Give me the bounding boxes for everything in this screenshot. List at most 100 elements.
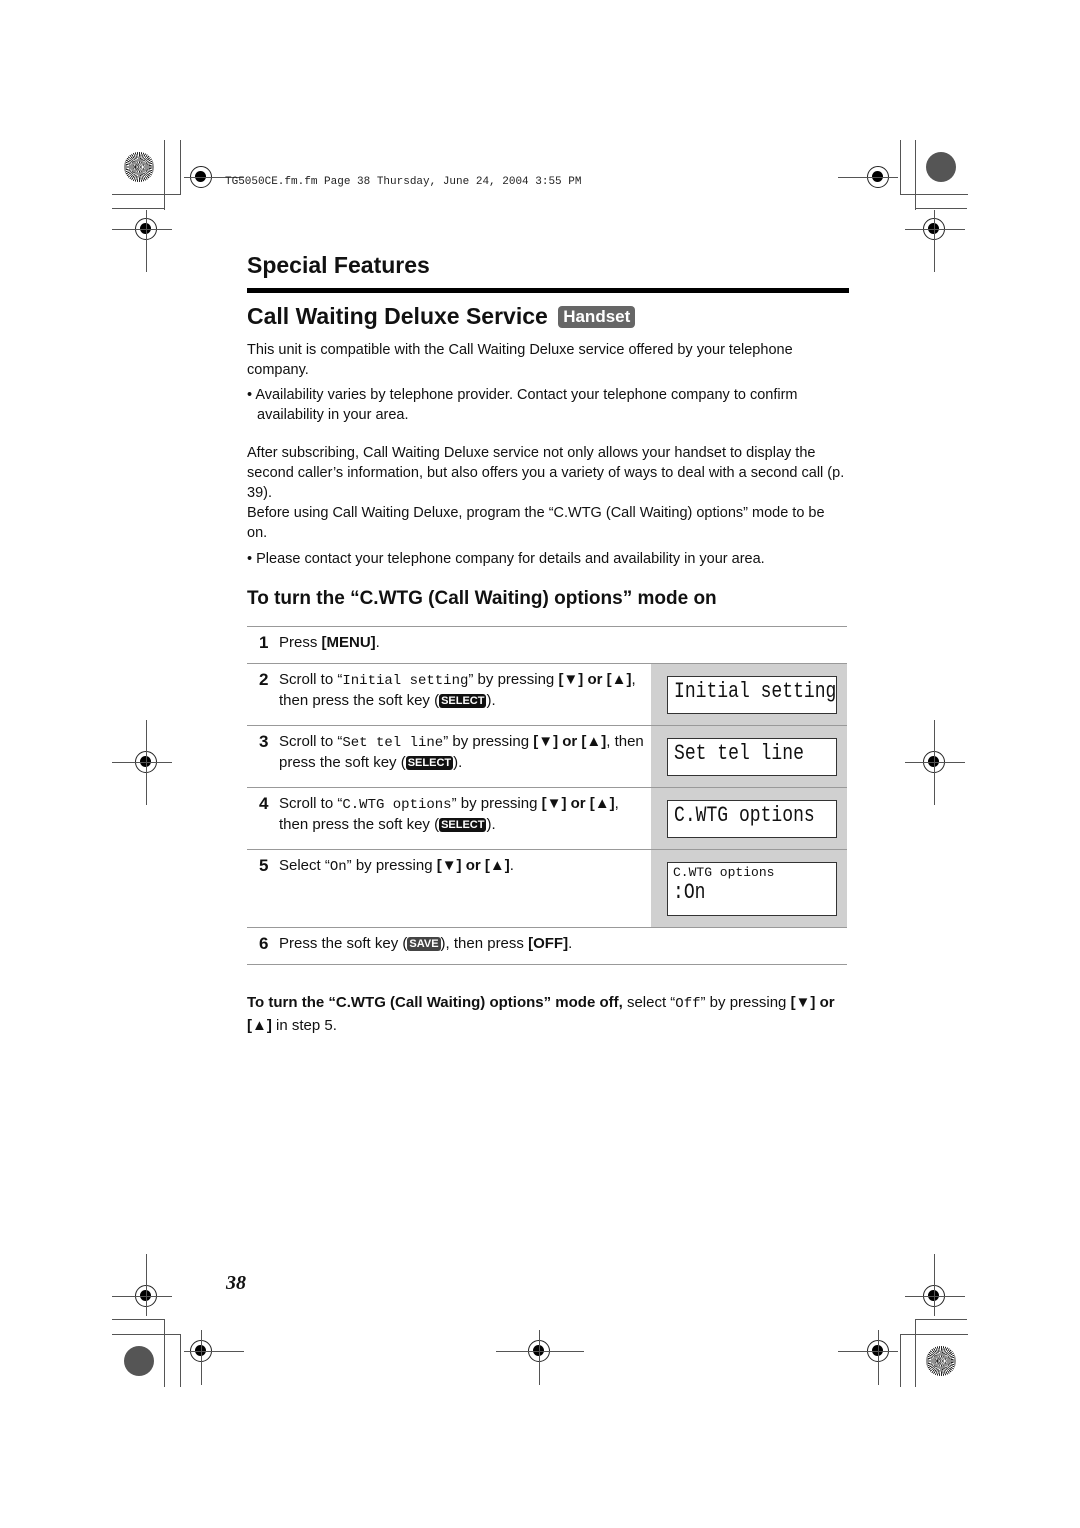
arrow-keys: [▼] or [▲]: [541, 795, 615, 812]
select-softkey-icon: SELECT: [405, 756, 454, 770]
bullet-text: Availability varies by telephone provide…: [255, 387, 798, 423]
step-1: 1 Press [MENU].: [247, 627, 847, 664]
crop-mark: [900, 194, 968, 195]
crop-mark: [112, 194, 180, 195]
crop-mark: [496, 1351, 584, 1352]
select-softkey-icon: SELECT: [439, 818, 487, 832]
step-text: Select “: [279, 857, 330, 874]
crop-mark: [838, 1351, 898, 1352]
step-number: 1: [259, 633, 269, 652]
step-6: 6 Press the soft key (SAVE), then press …: [247, 928, 847, 965]
crop-mark: [164, 140, 165, 210]
bullet-text: Please contact your telephone company fo…: [256, 551, 765, 567]
lcd-display: C.WTG options :On: [667, 862, 837, 916]
crop-mark: [146, 720, 147, 805]
off-note-text: select “: [622, 994, 676, 1011]
step-number: 6: [259, 934, 269, 953]
paragraph-before-using: Before using Call Waiting Deluxe, progra…: [247, 505, 825, 541]
section-rule: [247, 288, 849, 293]
option-value: Off: [675, 996, 701, 1012]
crop-mark: [838, 177, 898, 178]
step-text: .: [375, 634, 380, 651]
arrow-keys: [▼] or [▲]: [533, 733, 607, 750]
intro-paragraph: This unit is compatible with the Call Wa…: [247, 342, 793, 378]
paragraph-after-subscribing: After subscribing, Call Waiting Deluxe s…: [247, 445, 845, 501]
step-number: 2: [259, 670, 269, 689]
registration-dot-top-right: [926, 152, 956, 182]
option-value: On: [329, 859, 347, 875]
step-text: .: [568, 935, 573, 952]
crop-mark: [184, 1351, 244, 1352]
registration-star-top-left: [124, 152, 154, 182]
crop-mark: [539, 1330, 540, 1385]
crop-mark: [112, 1319, 164, 1320]
section-title: Special Features: [247, 252, 430, 278]
page-title: Call Waiting Deluxe Service Handset: [247, 303, 636, 330]
step-2: 2 Scroll to “Initial setting” by pressin…: [247, 664, 847, 726]
crop-mark: [905, 1296, 965, 1297]
step-text: ” by pressing: [346, 857, 437, 874]
save-softkey-icon: SAVE: [407, 937, 441, 951]
menu-item-name: C.WTG options: [342, 797, 452, 813]
crop-mark: [878, 1330, 879, 1385]
crop-mark: [146, 1254, 147, 1316]
handset-badge: Handset: [558, 306, 636, 328]
menu-item-name: Initial setting: [342, 673, 469, 689]
step-text: Scroll to “: [279, 733, 343, 750]
lcd-text: Set tel line: [674, 741, 804, 766]
step-number: 3: [259, 732, 269, 751]
step-text: ” by pressing: [468, 671, 559, 688]
lcd-text: C.WTG options: [674, 803, 815, 828]
step-text: ), then press: [440, 935, 529, 952]
crop-mark: [201, 1330, 202, 1385]
print-header: TG5050CE.fm.fm Page 38 Thursday, June 24…: [225, 176, 582, 188]
crop-mark: [915, 208, 967, 209]
step-5: 5 Select “On” by pressing [▼] or [▲]. C.…: [247, 850, 847, 928]
arrow-keys: [▼] or [▲]: [558, 671, 632, 688]
bullet-contact: • Please contact your telephone company …: [247, 551, 765, 567]
crop-mark: [934, 1254, 935, 1316]
step-text: Press: [279, 634, 322, 651]
step-text: ” by pressing: [451, 795, 542, 812]
crop-mark: [934, 210, 935, 272]
crop-mark: [934, 720, 935, 805]
step-text: Scroll to “: [279, 795, 343, 812]
menu-key: [MENU]: [321, 634, 376, 651]
crop-mark: [112, 229, 172, 230]
page-number: 38: [226, 1272, 246, 1294]
crop-mark: [900, 1334, 901, 1387]
step-3: 3 Scroll to “Set tel line” by pressing […: [247, 726, 847, 788]
crop-mark: [180, 1334, 181, 1387]
registration-star-bottom-right: [926, 1346, 956, 1376]
off-note-text: ” by pressing: [700, 994, 791, 1011]
step-number: 5: [259, 856, 269, 875]
crop-mark: [915, 140, 916, 210]
off-note-text: in step 5.: [271, 1017, 337, 1034]
lcd-display: Initial setting: [667, 676, 837, 714]
crop-mark: [905, 762, 965, 763]
step-text: ).: [486, 692, 496, 709]
step-text: ).: [486, 816, 496, 833]
crop-mark: [112, 1296, 172, 1297]
page-title-text: Call Waiting Deluxe Service: [247, 303, 548, 329]
step-text: Press the soft key (: [279, 935, 408, 952]
arrow-keys: [▼] or [▲]: [436, 857, 510, 874]
menu-item-name: Set tel line: [342, 735, 444, 751]
crop-mark: [112, 208, 164, 209]
step-number: 4: [259, 794, 269, 813]
lcd-display: C.WTG options: [667, 800, 837, 838]
step-text: .: [509, 857, 514, 874]
crop-mark: [915, 1319, 916, 1387]
lcd-line-2: :On: [673, 880, 706, 905]
crop-mark: [900, 140, 901, 195]
turn-off-note: To turn the “C.WTG (Call Waiting) option…: [247, 992, 847, 1037]
crop-mark: [915, 1319, 967, 1320]
step-text: Scroll to “: [279, 671, 343, 688]
crop-mark: [900, 1334, 968, 1335]
crop-mark: [905, 229, 965, 230]
off-key: [OFF]: [528, 935, 569, 952]
step-text: ).: [453, 754, 463, 771]
procedure-heading: To turn the “C.WTG (Call Waiting) option…: [247, 588, 717, 609]
crop-mark: [112, 762, 172, 763]
crop-mark: [180, 140, 181, 195]
